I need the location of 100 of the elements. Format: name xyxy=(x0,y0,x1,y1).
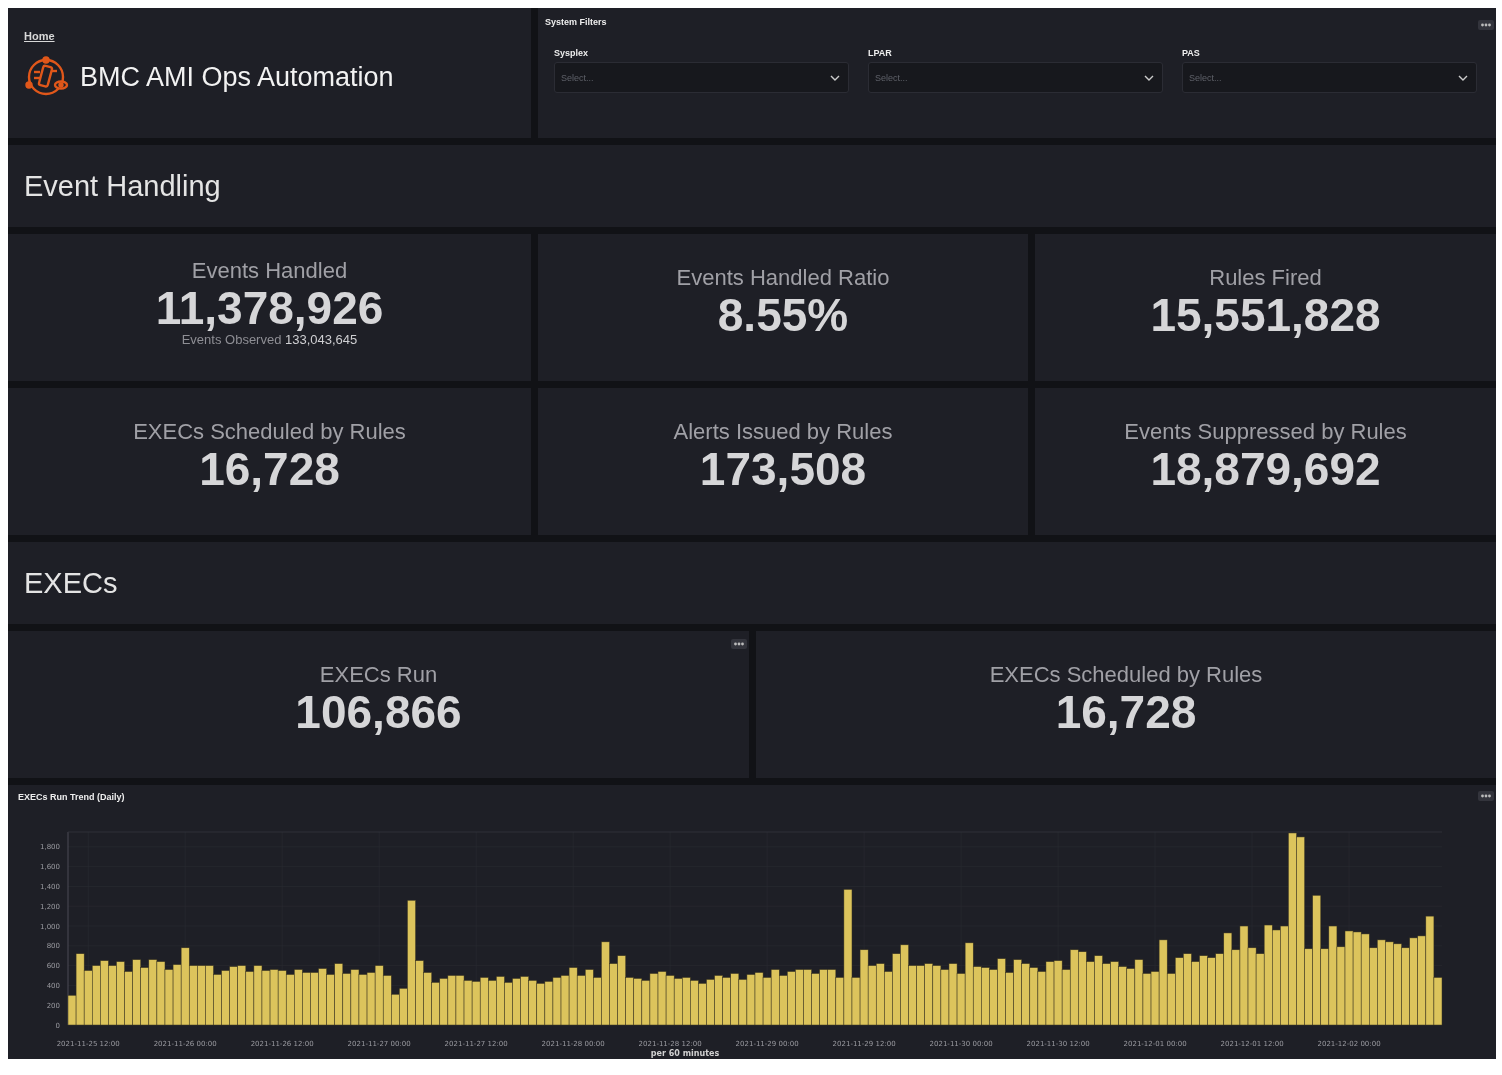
stat-title: EXECs Run xyxy=(319,662,438,689)
chart-bar xyxy=(504,982,513,1026)
chart-bar xyxy=(455,975,465,1026)
more-icon[interactable] xyxy=(1478,791,1494,801)
chart-bar xyxy=(1029,967,1039,1026)
chart-bar xyxy=(269,969,279,1026)
stat-title: EXECs Scheduled by Rules xyxy=(989,662,1263,689)
chart-bar xyxy=(1118,966,1128,1026)
chevron-down-icon xyxy=(1458,74,1468,81)
chart-bar xyxy=(981,967,990,1026)
field-label: LPAR xyxy=(868,48,892,58)
chart-bar xyxy=(997,958,1006,1026)
stat-value: 8.55% xyxy=(717,291,849,340)
chart-bar xyxy=(318,968,327,1026)
chart-bar xyxy=(924,963,934,1026)
chart-bar xyxy=(92,965,101,1026)
chart-bar xyxy=(641,980,651,1026)
stat-title: Alerts Issued by Rules xyxy=(673,419,893,446)
chart-bar xyxy=(1142,973,1152,1026)
chart-bar xyxy=(908,965,917,1026)
chart-bar xyxy=(124,971,133,1026)
chart-bar xyxy=(1094,955,1103,1026)
chart-bar xyxy=(770,969,780,1026)
chart-bar xyxy=(779,975,788,1026)
chart-bar xyxy=(948,963,958,1026)
chart-bar xyxy=(706,979,715,1026)
chart-bar xyxy=(633,978,643,1026)
chart-bar xyxy=(1086,961,1095,1026)
chart-bar xyxy=(1175,957,1184,1026)
chart-bar xyxy=(302,972,311,1026)
chart-bar xyxy=(690,980,699,1026)
chart-bar xyxy=(803,969,812,1026)
chart-bar xyxy=(1102,963,1111,1026)
chart-bar xyxy=(673,978,683,1026)
stat-title: Events Handled xyxy=(191,257,348,284)
stat-title: Events Suppressed by Rules xyxy=(1124,419,1407,446)
chart-bar xyxy=(1045,961,1055,1026)
chart-bar xyxy=(83,970,93,1026)
chart-bar xyxy=(698,983,707,1026)
chart-bar xyxy=(867,965,877,1026)
more-icon[interactable] xyxy=(1478,20,1494,30)
chart-bar xyxy=(1021,963,1031,1026)
chart-bar xyxy=(471,981,481,1026)
chart-bar xyxy=(205,965,214,1026)
chart-bar xyxy=(682,977,691,1026)
field-label: Sysplex xyxy=(554,48,589,58)
chart-bar xyxy=(358,974,368,1026)
chart-bar xyxy=(722,977,731,1026)
section-title: Event Handling xyxy=(24,169,221,203)
chart-bar xyxy=(746,974,756,1026)
stat-value: 18,879,692 xyxy=(1150,445,1381,494)
chart-bar xyxy=(326,974,335,1026)
chart-bar xyxy=(916,965,925,1026)
chart-bar xyxy=(1126,968,1136,1026)
chart-bar xyxy=(197,965,206,1026)
chart-bar xyxy=(294,969,303,1026)
stat-note: Events Observed 133,043,645 xyxy=(181,332,358,348)
chart-bar xyxy=(560,975,570,1026)
chart-bar xyxy=(940,969,950,1026)
more-icon[interactable] xyxy=(731,639,747,649)
stat-title: Events Handled Ratio xyxy=(676,265,890,292)
chart-bar xyxy=(585,969,594,1026)
select-field[interactable]: Select... xyxy=(554,62,849,93)
chart-bar xyxy=(463,980,473,1026)
select-field[interactable]: Select... xyxy=(868,62,1163,93)
chart-bar xyxy=(827,969,837,1026)
chart-bar xyxy=(1053,960,1063,1026)
chart-bar xyxy=(253,965,263,1026)
axis-title: per 60 minutes xyxy=(650,1049,720,1058)
select-field[interactable]: Select... xyxy=(1182,62,1477,93)
chart-bar xyxy=(989,969,998,1026)
chart-bar xyxy=(108,965,117,1026)
chart-bar xyxy=(431,982,441,1026)
panel-title: System Filters xyxy=(545,17,608,27)
chart-bar xyxy=(148,959,158,1026)
section-title: EXECs xyxy=(24,566,118,600)
chart-bar xyxy=(1013,959,1022,1026)
home-link[interactable]: Home xyxy=(24,30,55,42)
chart-bar xyxy=(374,965,384,1026)
chart-bar xyxy=(479,977,489,1026)
chart-bar xyxy=(221,970,230,1026)
chart-bar xyxy=(536,983,546,1026)
chart-bar xyxy=(520,976,529,1026)
chart-bar xyxy=(245,971,255,1026)
chart-bar xyxy=(439,978,449,1026)
stat-title: Rules Fired xyxy=(1209,265,1322,292)
chart-bar xyxy=(762,977,772,1026)
chart-bar xyxy=(884,971,893,1026)
chart-bar xyxy=(714,975,723,1026)
chart-bar xyxy=(649,973,659,1026)
chart-bar xyxy=(164,969,174,1026)
chart-bar xyxy=(1110,961,1119,1026)
stat-value: 173,508 xyxy=(699,445,867,494)
chart-bar xyxy=(334,963,344,1026)
stat-value: 16,728 xyxy=(1055,688,1197,737)
chart-bar xyxy=(730,973,740,1026)
chart-bar xyxy=(172,964,182,1026)
chart-bar xyxy=(277,970,287,1026)
chevron-down-icon xyxy=(1144,74,1154,81)
chart-bar xyxy=(310,972,319,1026)
